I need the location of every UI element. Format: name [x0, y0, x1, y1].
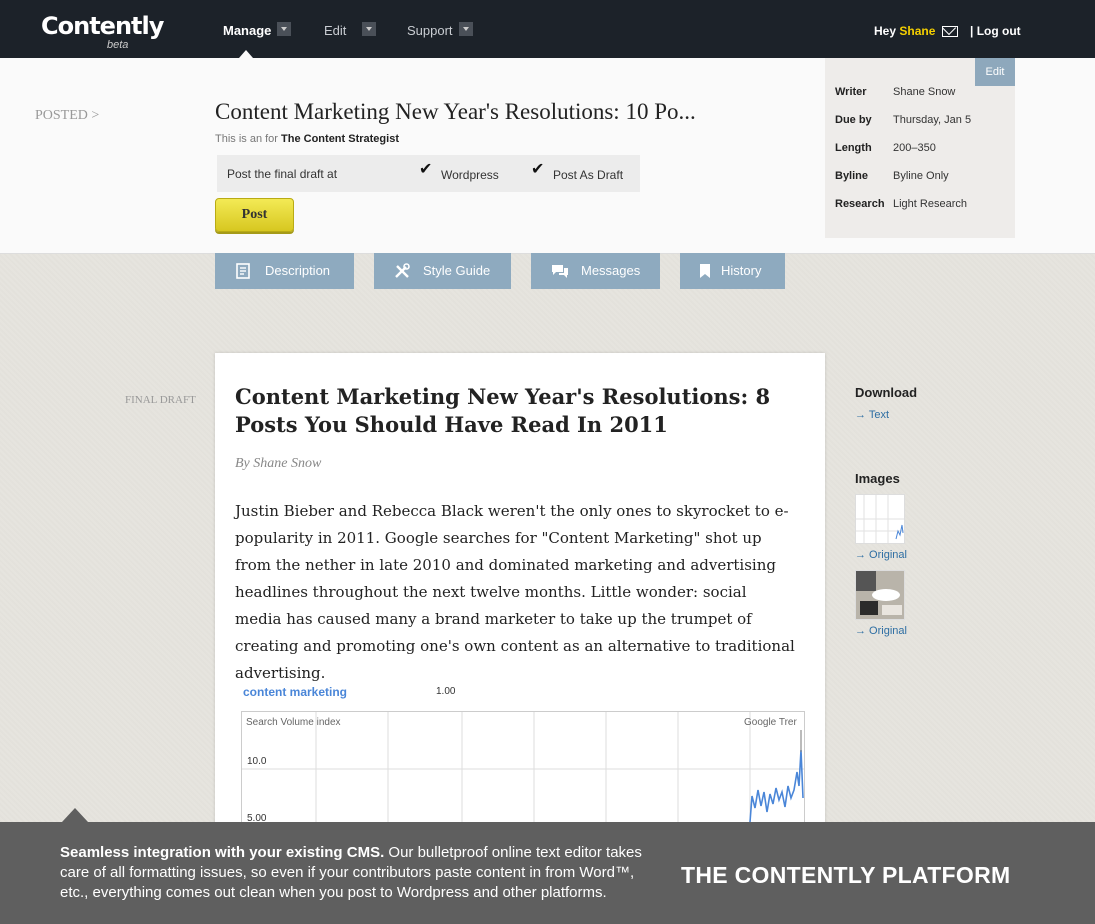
chevron-down-icon[interactable]: [362, 22, 377, 36]
logo-beta: beta: [107, 39, 129, 51]
chart-series-line: [749, 749, 804, 823]
nav-edit-label: Edit: [324, 23, 347, 38]
chart-thumbnail-graphic: [856, 495, 904, 543]
mail-icon[interactable]: [942, 26, 958, 37]
meta-value: Shane Snow: [893, 86, 956, 98]
document-icon: [236, 263, 250, 279]
meta-value: Thursday, Jan 5: [893, 114, 972, 126]
tab-style-guide-label: Style Guide: [423, 263, 491, 278]
top-nav: Contently beta Manage Edit Support Hey S…: [0, 0, 1095, 58]
contently-logo[interactable]: Contently beta: [41, 12, 164, 51]
meta-value: 200–350: [893, 142, 936, 154]
tab-style-guide[interactable]: Style Guide: [374, 253, 511, 289]
nav-manage-label: Manage: [223, 23, 272, 38]
meta-value: Byline Only: [893, 170, 949, 182]
logout-link[interactable]: | Log out: [970, 24, 1021, 38]
client-prefix: This is an for: [215, 133, 278, 145]
chart-y-tick: 10.0: [247, 756, 267, 767]
status-breadcrumb[interactable]: POSTED >: [35, 108, 99, 124]
page-title: Content Marketing New Year's Resolutions…: [215, 99, 696, 124]
banner-pointer: [62, 808, 88, 822]
nav-support-label: Support: [407, 23, 453, 38]
feature-banner: Seamless integration with your existing …: [0, 822, 1095, 924]
tab-description-label: Description: [265, 263, 331, 278]
original-image-link-2[interactable]: → Original: [855, 625, 907, 637]
meta-key: Due by: [835, 114, 872, 126]
nav-manage[interactable]: Manage: [223, 22, 292, 38]
tools-icon: [395, 263, 410, 278]
meta-key: Research: [835, 198, 885, 210]
client-name: The Content Strategist: [281, 133, 399, 145]
meta-length: Length 200–350: [835, 142, 936, 154]
post-button[interactable]: Post: [215, 198, 294, 232]
tab-history[interactable]: History: [680, 253, 785, 289]
meta-due: Due by Thursday, Jan 5: [835, 114, 971, 126]
nav-active-pointer: [239, 50, 253, 58]
greeting-text: Hey: [874, 24, 897, 38]
chat-bubbles-icon: [552, 265, 568, 278]
user-name[interactable]: Shane: [899, 24, 935, 38]
meta-edit-button[interactable]: Edit: [975, 58, 1015, 86]
tab-history-label: History: [721, 263, 762, 278]
wordpress-label: Wordpress: [441, 168, 499, 182]
banner-bold: Seamless integration with your existing …: [60, 844, 385, 861]
chart-y-title: Search Volume index: [246, 717, 341, 728]
meta-key: Length: [835, 142, 872, 154]
final-draft-label: FINAL DRAFT: [125, 394, 196, 406]
tab-description[interactable]: Description: [215, 253, 354, 289]
document-byline: By Shane Snow: [235, 456, 322, 471]
image-thumbnail-chart[interactable]: [855, 494, 905, 544]
logo-text: Contently: [41, 12, 164, 40]
checkmark-icon: ✔: [531, 161, 545, 178]
photo-thumbnail-graphic: [856, 571, 904, 619]
nav-support[interactable]: Support: [407, 22, 473, 38]
download-text-link[interactable]: → Text: [855, 409, 889, 421]
chevron-down-icon[interactable]: [458, 22, 473, 36]
post-options-label: Post the final draft at: [227, 167, 338, 181]
checkmark-icon: ✔: [419, 161, 433, 178]
meta-writer: Writer Shane Snow: [835, 86, 955, 98]
image-thumbnail-photo[interactable]: [855, 570, 905, 620]
banner-headline: THE CONTENTLY PLATFORM: [681, 862, 1011, 888]
chart-legend-value: 1.00: [436, 686, 456, 697]
document-title: Content Marketing New Year's Resolutions…: [235, 384, 771, 437]
trends-chart-image: content marketing 1.00 Search Volume ind…: [241, 681, 805, 833]
chart-grid: [242, 712, 804, 833]
assignment-header: POSTED > Content Marketing New Year's Re…: [0, 58, 1095, 254]
nav-edit[interactable]: Edit: [324, 22, 377, 38]
bookmark-icon: [700, 264, 710, 278]
chevron-down-icon[interactable]: [277, 22, 292, 36]
greeting: Hey Shane: [874, 24, 935, 38]
meta-byline: Byline Byline Only: [835, 170, 949, 182]
chart-plot-area: Search Volume index Google Trer 10.0 5.0…: [241, 711, 805, 833]
chart-source: Google Trer: [744, 717, 797, 728]
tab-messages-label: Messages: [581, 263, 641, 278]
original-image-link-1[interactable]: → Original: [855, 549, 907, 561]
post-as-draft-label: Post As Draft: [553, 168, 624, 182]
meta-value: Light Research: [893, 198, 967, 210]
chart-legend: content marketing: [243, 685, 348, 699]
tab-messages[interactable]: Messages: [531, 253, 660, 289]
meta-key: Writer: [835, 86, 867, 98]
banner-description: Seamless integration with your existing …: [60, 843, 660, 903]
images-heading: Images: [855, 471, 900, 486]
post-options: Post the final draft at ✔ Wordpress ✔ Po…: [217, 155, 640, 192]
meta-research: Research Light Research: [835, 198, 967, 210]
meta-key: Byline: [835, 170, 869, 182]
document-card: Content Marketing New Year's Resolutions…: [215, 353, 825, 833]
document-body: Justin Bieber and Rebecca Black weren't …: [235, 502, 795, 682]
download-heading: Download: [855, 385, 918, 400]
client-line: This is an for The Content Strategist: [215, 133, 399, 145]
